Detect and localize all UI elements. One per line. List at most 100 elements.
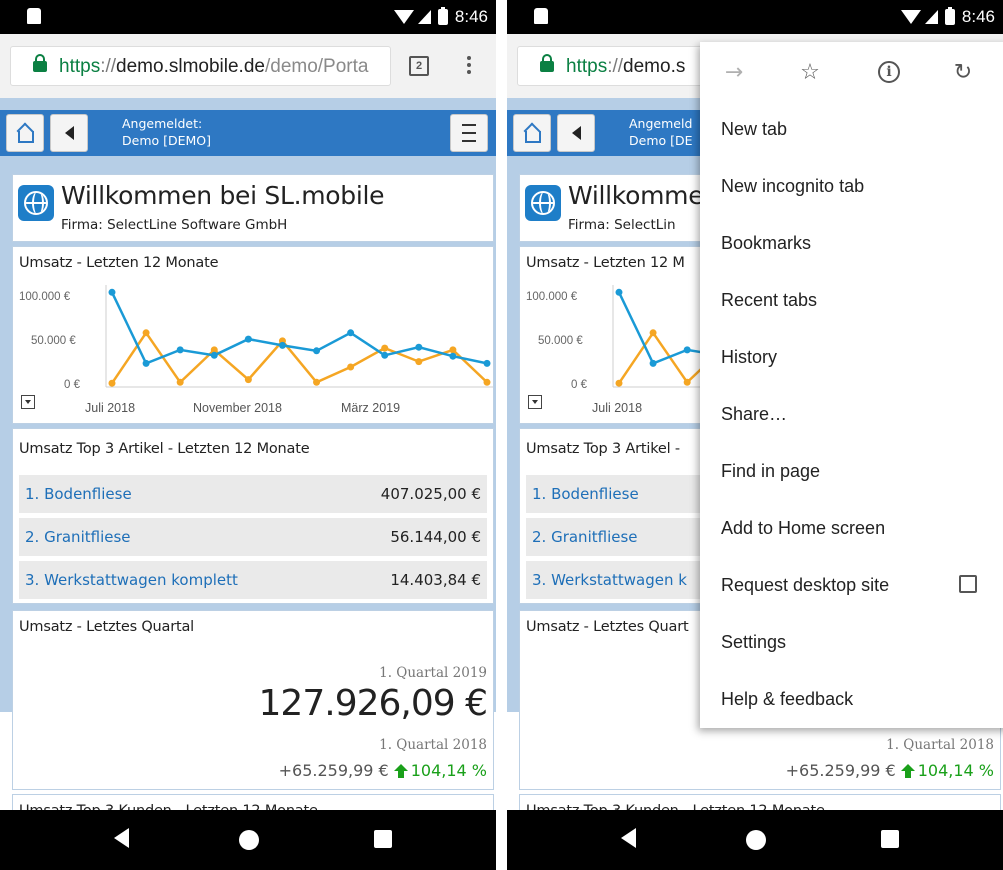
menu-item-label: New incognito tab: [721, 176, 865, 196]
menu-item-history[interactable]: History: [700, 330, 1003, 387]
sim-card-icon: [27, 8, 41, 24]
menu-item-label: Bookmarks: [721, 233, 812, 253]
home-button[interactable]: [513, 114, 551, 152]
login-info: Angemeldet: Demo [DEMO]: [122, 115, 211, 149]
battery-icon: [437, 7, 448, 25]
nav-recents-icon[interactable]: [881, 830, 899, 848]
data-point: [649, 359, 657, 367]
reload-icon[interactable]: ↻: [949, 58, 977, 86]
nav-home-icon[interactable]: [746, 830, 766, 850]
menu-item-find-in-page[interactable]: Find in page: [700, 444, 1003, 501]
data-point: [415, 358, 423, 366]
last-quarter-title: Umsatz - Letztes Quart: [526, 619, 689, 635]
data-point: [449, 346, 457, 354]
article-link[interactable]: 3. Werkstattwagen k: [532, 571, 687, 589]
status-time: 8:46: [454, 7, 488, 26]
arrow-up-icon: [900, 763, 915, 778]
globe-icon: [18, 185, 54, 221]
browser-toolbar: https://demo.slmobile.de/demo/Porta 2: [0, 34, 496, 98]
company-name: Firma: SelectLine Software GmbH: [61, 217, 288, 233]
x-tick-label: November 2018: [193, 401, 282, 415]
desktop-site-checkbox[interactable]: [959, 575, 977, 593]
menu-item-label: New tab: [721, 119, 788, 139]
data-point: [244, 376, 252, 384]
list-item[interactable]: 2. Granitfliese 56.144,00 €: [19, 518, 487, 556]
menu-item-recent-tabs[interactable]: Recent tabs: [700, 273, 1003, 330]
menu-item-new-tab[interactable]: New tab: [700, 102, 1003, 159]
data-point: [142, 359, 150, 367]
data-point: [210, 351, 218, 359]
data-point: [313, 378, 321, 386]
home-button[interactable]: [6, 114, 44, 152]
quarter-value: 127.926,09 €: [258, 683, 488, 724]
login-user: Demo [DEMO]: [122, 133, 212, 148]
company-name: Firma: SelectLin: [568, 217, 676, 233]
quarter-change: +65.259,99 € 104,14 %: [786, 761, 994, 780]
article-link[interactable]: 2. Granitfliese: [25, 528, 131, 546]
menu-item-bookmarks[interactable]: Bookmarks: [700, 216, 1003, 273]
welcome-title: Willkommen: [568, 181, 719, 210]
nav-back-icon[interactable]: [114, 828, 129, 848]
chrome-overflow-menu: → ☆ i ↻ New tab New incognito tab Bookmark…: [700, 42, 1003, 728]
menu-item-share[interactable]: Share…: [700, 387, 1003, 444]
menu-item-settings[interactable]: Settings: [700, 615, 1003, 672]
android-nav-bar: [507, 810, 1003, 870]
back-button[interactable]: [557, 114, 595, 152]
wifi-icon: [900, 10, 921, 24]
nav-home-icon[interactable]: [239, 830, 259, 850]
quarter-diff: +65.259,99 €: [785, 761, 896, 780]
back-button[interactable]: [50, 114, 88, 152]
quarter-pct: 104,14 %: [917, 761, 994, 780]
app-menu-button[interactable]: [450, 114, 488, 152]
top-articles-card: Umsatz Top 3 Artikel - Letzten 12 Monate…: [12, 428, 494, 604]
overflow-menu-icon[interactable]: [466, 56, 472, 78]
forward-icon[interactable]: →: [720, 58, 748, 86]
top-articles-title: Umsatz Top 3 Artikel -: [526, 441, 680, 457]
list-item[interactable]: 3. Werkstattwagen komplett 14.403,84 €: [19, 561, 487, 599]
login-user: Demo [DE: [629, 133, 693, 148]
menu-item-new-incognito-tab[interactable]: New incognito tab: [700, 159, 1003, 216]
data-point: [108, 288, 116, 296]
article-link[interactable]: 3. Werkstattwagen komplett: [25, 571, 238, 589]
last-quarter-title: Umsatz - Letztes Quartal: [19, 619, 194, 635]
arrow-up-icon: [393, 763, 408, 778]
article-value: 407.025,00 €: [380, 485, 481, 503]
x-tick-label: Juli 2018: [85, 401, 136, 415]
quarter-change: +65.259,99 € 104,14 %: [279, 761, 487, 780]
menu-item-add-to-home-screen[interactable]: Add to Home screen: [700, 501, 1003, 558]
article-link[interactable]: 1. Bodenfliese: [532, 485, 639, 503]
last-quarter-card: Umsatz - Letztes Quartal 1. Quartal 2019…: [12, 610, 494, 790]
menu-item-label: Recent tabs: [721, 290, 818, 310]
article-link[interactable]: 2. Granitfliese: [532, 528, 638, 546]
tab-switcher-button[interactable]: 2: [409, 56, 429, 76]
data-point: [278, 341, 286, 349]
data-point: [347, 329, 355, 337]
menu-item-request-desktop-site[interactable]: Request desktop site: [700, 558, 1003, 615]
welcome-title: Willkommen bei SL.mobile: [61, 181, 385, 210]
article-value: 14.403,84 €: [390, 571, 481, 589]
battery-icon: [944, 7, 955, 25]
chart-dropdown-button[interactable]: [528, 395, 542, 409]
chart-dropdown-button[interactable]: [21, 395, 35, 409]
star-icon[interactable]: ☆: [796, 58, 824, 86]
list-item[interactable]: 1. Bodenfliese 407.025,00 €: [19, 475, 487, 513]
lock-icon: [540, 54, 554, 72]
status-bar: 8:46: [507, 0, 1003, 34]
x-tick-label: Juli 2018: [592, 401, 643, 415]
data-point: [347, 363, 355, 371]
data-point: [381, 344, 389, 352]
nav-back-icon[interactable]: [621, 828, 636, 848]
data-point: [449, 352, 457, 360]
menu-item-help-feedback[interactable]: Help & feedback: [700, 672, 1003, 728]
article-link[interactable]: 1. Bodenfliese: [25, 485, 132, 503]
status-bar: 8:46: [0, 0, 496, 34]
app-content: Angemeldet: Demo [DEMO] Willkommen bei S…: [0, 98, 496, 834]
nav-recents-icon[interactable]: [374, 830, 392, 848]
menu-item-label: Settings: [721, 632, 787, 652]
globe-icon: [525, 185, 561, 221]
info-icon[interactable]: i: [875, 58, 903, 86]
series-line: [110, 330, 488, 385]
login-info: Angemeld Demo [DE: [629, 115, 693, 149]
address-bar[interactable]: https://demo.slmobile.de/demo/Porta: [10, 46, 391, 86]
compare-period: 1. Quartal 2018: [379, 737, 487, 753]
